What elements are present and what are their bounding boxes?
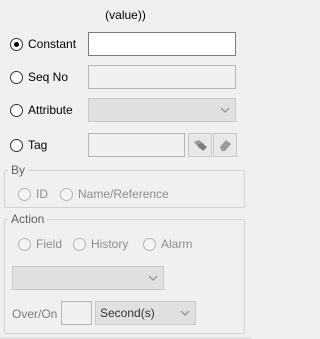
by-id-radio[interactable] bbox=[18, 187, 31, 201]
constant-option[interactable]: Constant bbox=[10, 37, 76, 51]
tags-icon bbox=[194, 140, 207, 151]
time-unit-value: Second(s) bbox=[100, 306, 155, 320]
by-name-option[interactable]: Name/Reference bbox=[60, 187, 169, 201]
action-alarm-label: Alarm bbox=[161, 237, 193, 251]
by-name-label: Name/Reference bbox=[78, 187, 169, 201]
time-unit-select[interactable]: Second(s) bbox=[95, 301, 196, 325]
by-id-option[interactable]: ID bbox=[18, 187, 48, 201]
attribute-option[interactable]: Attribute bbox=[10, 103, 73, 117]
action-field-radio[interactable] bbox=[18, 237, 31, 251]
action-select[interactable] bbox=[12, 266, 164, 290]
action-alarm-option[interactable]: Alarm bbox=[143, 237, 192, 251]
action-history-option[interactable]: History bbox=[73, 237, 128, 251]
seq-no-radio[interactable] bbox=[10, 70, 23, 84]
action-history-label: History bbox=[91, 237, 129, 251]
chevron-down-icon bbox=[148, 275, 158, 281]
attribute-label: Attribute bbox=[28, 103, 73, 117]
tag-erase-button[interactable] bbox=[213, 133, 237, 157]
attribute-radio[interactable] bbox=[10, 103, 23, 117]
by-legend: By bbox=[8, 163, 29, 177]
chevron-down-icon bbox=[180, 310, 190, 316]
tag-option[interactable]: Tag bbox=[10, 138, 47, 152]
constant-radio[interactable] bbox=[10, 37, 23, 51]
page-title: (value)) bbox=[105, 8, 146, 22]
seq-no-label: Seq No bbox=[28, 70, 69, 84]
constant-input[interactable] bbox=[88, 32, 236, 56]
action-alarm-radio[interactable] bbox=[143, 237, 156, 251]
tag-label: Tag bbox=[28, 138, 48, 152]
chevron-down-icon bbox=[220, 107, 230, 113]
seq-no-option[interactable]: Seq No bbox=[10, 70, 68, 84]
tag-radio[interactable] bbox=[10, 138, 23, 152]
action-history-radio[interactable] bbox=[73, 237, 86, 251]
action-field-label: Field bbox=[36, 237, 63, 251]
action-field-option[interactable]: Field bbox=[18, 237, 62, 251]
eraser-icon bbox=[220, 140, 231, 151]
tag-browse-button[interactable] bbox=[188, 133, 212, 157]
by-name-radio[interactable] bbox=[60, 187, 73, 201]
action-legend: Action bbox=[8, 212, 48, 226]
tag-input[interactable] bbox=[88, 133, 185, 157]
over-on-input[interactable] bbox=[61, 301, 92, 325]
seq-no-input[interactable] bbox=[88, 65, 236, 89]
constant-label: Constant bbox=[28, 37, 77, 51]
attribute-select[interactable] bbox=[88, 98, 236, 122]
by-id-label: ID bbox=[36, 187, 48, 201]
over-on-label: Over/On bbox=[12, 307, 58, 321]
